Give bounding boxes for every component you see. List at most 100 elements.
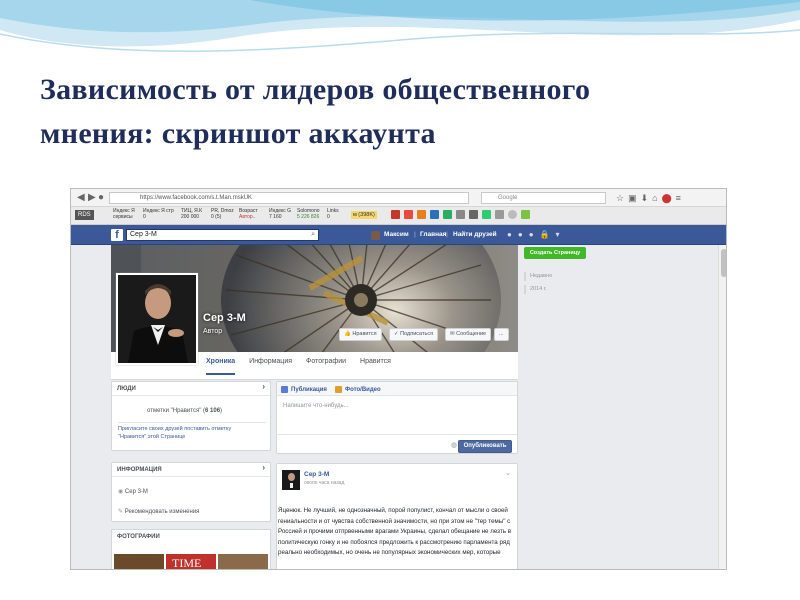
chevron-right-icon[interactable]: › bbox=[262, 383, 265, 391]
stop-icon[interactable]: ⬤ bbox=[662, 193, 676, 203]
notifications-icon[interactable]: ● bbox=[529, 230, 540, 239]
tb-icon-gray2[interactable] bbox=[469, 210, 478, 219]
nav-home[interactable]: Главная bbox=[420, 229, 446, 241]
tb-icon-gray[interactable] bbox=[456, 210, 465, 219]
pencil-icon: ✎ bbox=[118, 509, 124, 515]
create-page-button[interactable]: Создать Страницу bbox=[524, 247, 586, 259]
tb-solomono-value: 5 226 826 bbox=[297, 214, 320, 220]
tb-tic-value: 200 000 bbox=[181, 214, 200, 220]
more-button[interactable]: ... bbox=[494, 328, 509, 341]
photo-thumb-1[interactable] bbox=[114, 554, 164, 569]
tab-info[interactable]: Информация bbox=[249, 357, 292, 375]
photos-header-label: ФОТОГРАФИИ bbox=[117, 534, 160, 540]
google-search-placeholder: Google bbox=[498, 195, 518, 201]
notification-icons: ●●●🔒▾ bbox=[507, 230, 566, 240]
info-name: Сер 3-М bbox=[124, 489, 148, 495]
photo-video-tab[interactable]: Фото/Видео bbox=[335, 386, 381, 393]
star-icon[interactable]: ☆ bbox=[616, 193, 628, 203]
tab-likes[interactable]: Нравится bbox=[360, 357, 391, 375]
person-icon: ◉ bbox=[118, 489, 124, 495]
tb-age-value: Автор.. bbox=[239, 214, 256, 220]
post-avatar[interactable] bbox=[282, 470, 300, 490]
people-box: ЛЮДИ › отметки "Нравится" (6 106) Приглас… bbox=[111, 381, 271, 451]
publish-button[interactable]: Опубликовать bbox=[458, 440, 512, 453]
like-button[interactable]: 👍 Нравится bbox=[339, 328, 382, 341]
tb-icon-orange[interactable] bbox=[417, 210, 426, 219]
publication-tab[interactable]: Публикация bbox=[281, 386, 327, 393]
subscribe-button[interactable]: ✓ Подписаться bbox=[389, 328, 439, 341]
tb-icon-gray3[interactable] bbox=[495, 210, 504, 219]
tb-icon-green2[interactable] bbox=[482, 210, 491, 219]
home-icon[interactable]: ⌂ bbox=[652, 193, 661, 203]
google-search-input[interactable]: Google bbox=[481, 192, 606, 204]
post-time[interactable]: около часа назад bbox=[304, 480, 344, 486]
clipboard-icon[interactable]: ▣ bbox=[628, 193, 641, 203]
tb-icon-lime[interactable] bbox=[521, 210, 530, 219]
likes-text: отметки "Нравится" bbox=[147, 408, 202, 414]
tb-index-g-value: 7 160 bbox=[269, 214, 282, 220]
tb-m-badge[interactable]: м (398K) bbox=[351, 211, 377, 219]
facebook-logo[interactable]: f bbox=[111, 229, 123, 241]
download-icon[interactable]: ⬇ bbox=[641, 193, 653, 203]
invite-text-1: Пригласите своих друзей поставить отметк… bbox=[118, 426, 232, 432]
subscribe-button-label: Подписаться bbox=[400, 331, 434, 337]
publication-label: Публикация bbox=[291, 386, 327, 393]
photos-header[interactable]: ФОТОГРАФИИ bbox=[112, 530, 270, 544]
profile-picture[interactable] bbox=[116, 273, 198, 365]
user-menu[interactable]: Максим bbox=[371, 229, 409, 241]
privacy-icon[interactable]: 🔒 bbox=[540, 230, 556, 239]
chevron-right-icon[interactable]: › bbox=[262, 464, 265, 472]
people-header-label: ЛЮДИ bbox=[117, 386, 136, 392]
messages-icon[interactable]: ● bbox=[518, 230, 529, 239]
screenshot-frame: ◀ ▶ ● https://www.facebook.com/s.t.Man.m… bbox=[70, 188, 727, 570]
invite-text-2: "Нравится" этой Странице bbox=[118, 434, 186, 440]
tb-icon-green[interactable] bbox=[443, 210, 452, 219]
nav-separator-2: | bbox=[446, 231, 448, 238]
tb-icon-gear[interactable] bbox=[508, 210, 517, 219]
scrollbar-thumb[interactable] bbox=[721, 249, 726, 277]
url-text: https://www.facebook.com/s.t.Man.mskUK bbox=[140, 195, 253, 201]
post-author[interactable]: Сер 3-М bbox=[304, 471, 329, 478]
recommend-edits-row[interactable]: ✎ Рекомендовать изменения bbox=[118, 508, 199, 516]
forward-icon[interactable]: ▶ bbox=[88, 192, 96, 204]
rds-badge[interactable]: RDS bbox=[75, 210, 94, 220]
info-header-label: ИНФОРМАЦИЯ bbox=[117, 467, 162, 473]
globe-icon[interactable]: ◍ bbox=[451, 441, 457, 449]
message-button[interactable]: ✉ Сообщение bbox=[445, 328, 492, 341]
invite-friends-link[interactable]: Пригласите своих друзей поставить отметк… bbox=[118, 425, 268, 441]
tab-timeline[interactable]: Хроника bbox=[206, 357, 236, 375]
nav-find-friends[interactable]: Найти друзей bbox=[453, 229, 497, 241]
photo-thumb-time[interactable]: TIME bbox=[166, 554, 216, 569]
chevron-down-icon[interactable]: ⌄ bbox=[505, 469, 511, 477]
info-box: ИНФОРМАЦИЯ › ◉ Сер 3-М ✎ Рекомендовать из… bbox=[111, 462, 271, 522]
decorative-waves bbox=[0, 0, 800, 53]
browser-address-bar: ◀ ▶ ● https://www.facebook.com/s.t.Man.m… bbox=[71, 189, 726, 207]
like-button-label: Нравится bbox=[352, 331, 377, 337]
composer-input[interactable]: Напишите что-нибудь... bbox=[283, 402, 349, 410]
tb-icon-blue[interactable] bbox=[430, 210, 439, 219]
likes-count: 6 106 bbox=[205, 408, 221, 414]
account-menu-icon[interactable]: ▾ bbox=[556, 230, 566, 239]
page-scrollbar[interactable] bbox=[718, 245, 726, 569]
timeline-recent[interactable]: Недавно bbox=[524, 272, 552, 281]
tb-icon-row bbox=[391, 210, 530, 221]
people-header[interactable]: ЛЮДИ › bbox=[112, 382, 270, 396]
photo-thumb-3[interactable] bbox=[218, 554, 268, 569]
tb-yandex-pages-label: Индекс Я стр bbox=[143, 208, 174, 214]
avatar bbox=[371, 230, 380, 240]
tab-photos[interactable]: Фотографии bbox=[306, 357, 346, 375]
tb-icon-red2[interactable] bbox=[404, 210, 413, 219]
lock-icon: ● bbox=[98, 192, 105, 203]
seo-toolbar: RDS Индекс Ясервисы Индекс Я стр 0 ТИЦ, Я… bbox=[71, 207, 726, 225]
menu-icon[interactable]: ≡ bbox=[676, 193, 685, 203]
info-header[interactable]: ИНФОРМАЦИЯ › bbox=[112, 463, 270, 477]
friends-icon[interactable]: ● bbox=[507, 230, 518, 239]
timeline-year[interactable]: 2014 г. bbox=[524, 285, 547, 294]
url-input[interactable]: https://www.facebook.com/s.t.Man.mskUK bbox=[109, 192, 469, 204]
tb-icon-red[interactable] bbox=[391, 210, 400, 219]
search-icon[interactable]: ⌕ bbox=[311, 230, 315, 240]
tb-yandex-index-value: сервисы bbox=[113, 214, 133, 220]
profile-tabs: Хроника Информация Фотографии Нравится bbox=[206, 357, 391, 375]
facebook-search-input[interactable]: Сер 3-М ⌕ bbox=[126, 229, 319, 241]
back-icon[interactable]: ◀ bbox=[77, 192, 85, 204]
